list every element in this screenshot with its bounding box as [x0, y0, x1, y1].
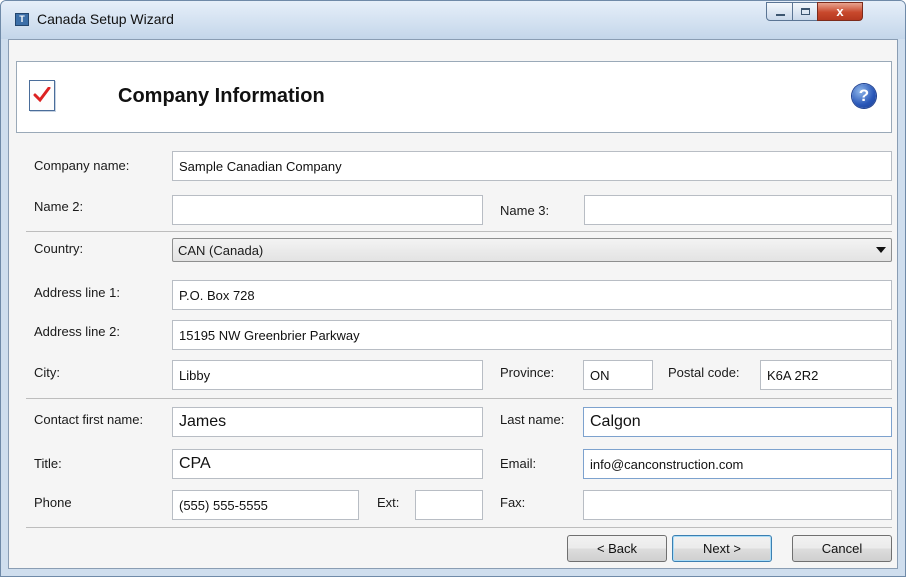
country-label: Country:	[34, 241, 84, 256]
name2-input[interactable]	[172, 195, 483, 225]
wizard-client-area: Company Information ? Company name: Samp…	[8, 39, 898, 569]
phone-input[interactable]: (555) 555-5555	[172, 490, 359, 520]
address-line1-input[interactable]: P.O. Box 728	[172, 280, 892, 310]
minimize-icon	[776, 14, 785, 16]
dropdown-arrow-icon	[876, 247, 886, 253]
help-icon[interactable]: ?	[852, 84, 876, 108]
divider	[26, 398, 892, 399]
company-name-input[interactable]: Sample Canadian Company	[172, 151, 892, 181]
address-line2-input[interactable]: 15195 NW Greenbrier Parkway	[172, 320, 892, 350]
window-title: Canada Setup Wizard	[37, 11, 174, 27]
checklist-document-icon	[29, 80, 55, 111]
city-input[interactable]: Libby	[172, 360, 483, 390]
maximize-button[interactable]	[792, 2, 818, 21]
contact-first-name-label: Contact first name:	[34, 412, 144, 427]
postal-code-input[interactable]: K6A 2R2	[760, 360, 892, 390]
next-button[interactable]: Next >	[672, 535, 772, 562]
phone-label: Phone	[34, 495, 72, 510]
name2-label: Name 2:	[34, 199, 84, 214]
title-bar[interactable]: T Canada Setup Wizard x	[1, 1, 905, 39]
email-label: Email:	[500, 456, 537, 471]
app-icon: T	[15, 13, 29, 26]
close-icon: x	[836, 4, 844, 19]
minimize-button[interactable]	[766, 2, 793, 21]
cancel-button[interactable]: Cancel	[792, 535, 892, 562]
fax-input[interactable]	[583, 490, 892, 520]
ext-label: Ext:	[377, 495, 400, 510]
province-input[interactable]: ON	[583, 360, 653, 390]
email-input[interactable]: info@canconstruction.com	[583, 449, 892, 479]
address-line2-label: Address line 2:	[34, 324, 120, 339]
contact-first-name-input[interactable]: James	[172, 407, 483, 437]
setup-wizard-window: T Canada Setup Wizard x Company Informat…	[0, 0, 906, 577]
back-button[interactable]: < Back	[567, 535, 667, 562]
fax-label: Fax:	[500, 495, 526, 510]
ext-input[interactable]	[415, 490, 483, 520]
divider	[26, 231, 892, 232]
title-input[interactable]: CPA	[172, 449, 483, 479]
city-label: City:	[34, 365, 60, 380]
close-button[interactable]: x	[817, 2, 863, 21]
title-label: Title:	[34, 456, 62, 471]
wizard-header: Company Information ?	[16, 61, 892, 133]
last-name-input[interactable]: Calgon	[583, 407, 892, 437]
postal-code-label: Postal code:	[668, 365, 740, 380]
last-name-label: Last name:	[500, 412, 565, 427]
country-select[interactable]: CAN (Canada)	[172, 238, 892, 262]
maximize-icon	[801, 8, 810, 15]
name3-label: Name 3:	[500, 203, 550, 218]
address-line1-label: Address line 1:	[34, 285, 120, 300]
province-label: Province:	[500, 365, 555, 380]
country-select-value: CAN (Canada)	[178, 243, 264, 258]
name3-input[interactable]	[584, 195, 892, 225]
page-title: Company Information	[118, 85, 325, 107]
divider	[26, 527, 892, 528]
company-name-label: Company name:	[34, 158, 130, 173]
